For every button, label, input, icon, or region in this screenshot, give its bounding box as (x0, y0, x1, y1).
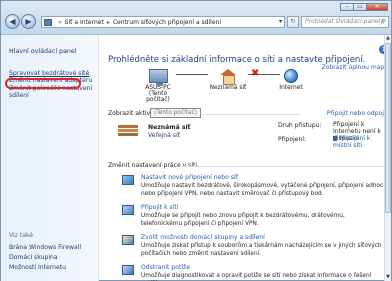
active-networks-header: Zobrazit aktivní sítě (Tento počítač) Př… (108, 108, 388, 118)
refresh-button[interactable]: ↻ (287, 16, 299, 28)
task-connect-network: Připojit k síti Umožňuje se připojit neb… (122, 204, 380, 229)
local-connection-text: Připojení k místní síti (333, 135, 371, 149)
control-panel-icon (44, 18, 52, 26)
address-bar[interactable]: « Síť a Internet ▸ Centrum síťových přip… (41, 16, 285, 28)
network-map: ASUS-PC (Tento počítač) Neznámá síť ✖ In… (118, 67, 318, 103)
connect-disconnect-link[interactable]: Připojit nebo odpojit (327, 110, 388, 117)
divider (202, 114, 300, 115)
full-map-link[interactable]: Zobrazit úplnou mapu (322, 64, 388, 71)
back-button[interactable]: ◀ (5, 14, 20, 29)
title-bar: – ▭ ✕ ◀ ▶ « Síť a Internet ▸ Centrum síť… (1, 1, 391, 34)
content-area: Hlavní ovládací panel Spravovat bezdráto… (1, 34, 391, 281)
search-placeholder: Prohledat Ovládací panely (305, 18, 384, 25)
computer-icon (148, 69, 168, 86)
window-controls: – ▭ ✕ (340, 3, 388, 11)
scroll-down-icon[interactable]: ▼ (385, 274, 391, 281)
main-panel: ? Prohlédněte si základní informace o sí… (108, 35, 388, 281)
local-connection-link[interactable]: Připojení k místní síti (333, 135, 388, 150)
internet-label: Internet (279, 85, 303, 91)
internet-globe-icon (284, 69, 298, 83)
breadcrumb-network-internet[interactable]: Síť a Internet (65, 19, 104, 26)
active-network-name: Neznámá síť (148, 124, 191, 131)
see-also-heading: Viz také (9, 232, 34, 239)
disconnected-x-icon: ✖ (251, 68, 260, 79)
search-input[interactable]: Prohledat Ovládací panely ⚲ (301, 16, 389, 28)
close-button[interactable]: ✕ (366, 3, 388, 11)
new-connection-icon (122, 175, 134, 185)
scrollbar-thumb[interactable] (385, 43, 391, 213)
network-house-icon (220, 69, 236, 85)
active-network-panel: Neznámá síť Veřejná síť Druh přístupu: P… (108, 119, 384, 157)
tooltip: (Tento počítač) (150, 108, 202, 118)
window-frame: – ▭ ✕ ◀ ▶ « Síť a Internet ▸ Centrum síť… (0, 0, 392, 281)
map-node-pc[interactable]: ASUS-PC (Tento počítač) (138, 69, 178, 103)
task-description: Umožňuje se připojit nebo znovu připojit… (141, 213, 345, 227)
task-link-connect-network[interactable]: Připojit k síti (141, 204, 179, 211)
address-dropdown-icon[interactable]: ▾ (279, 18, 282, 25)
network-adapter-icon (333, 136, 337, 141)
sidebar-link-internet-options[interactable]: Možnosti Internetu (9, 263, 81, 273)
breadcrumb-chevron-icon[interactable]: « (58, 19, 62, 26)
troubleshoot-icon (122, 265, 134, 275)
divider (182, 166, 388, 167)
homegroup-icon (122, 235, 134, 245)
sidebar: Hlavní ovládací panel Spravovat bezdráto… (1, 35, 99, 281)
park-bench-icon[interactable] (118, 123, 138, 137)
task-new-connection: Nastavit nové připojení nebo síť Umožňuj… (122, 174, 383, 199)
minimize-button[interactable]: – (340, 3, 354, 11)
task-description: Umožňuje nastavit bezdrátové, širokopásm… (141, 183, 384, 197)
access-type-label: Druh přístupu: (278, 122, 322, 129)
connect-network-icon (122, 205, 134, 215)
task-homegroup-sharing: Zvolit možnosti domácí skupiny a sdílení… (122, 234, 382, 259)
sidebar-link-homegroup[interactable]: Domácí skupina (9, 253, 81, 263)
search-icon[interactable]: ⚲ (382, 17, 386, 27)
sidebar-link-firewall[interactable]: Brána Windows Firewall (9, 243, 81, 253)
breadcrumb-network-center[interactable]: Centrum síťových připojení a sdílení (113, 19, 221, 26)
network-label: Neznámá síť (209, 85, 247, 91)
sidebar-home-link[interactable]: Hlavní ovládací panel (9, 48, 77, 55)
forward-button[interactable]: ▶ (21, 14, 36, 29)
task-description: Umožňuje získat přístup k souborům a tis… (141, 243, 382, 257)
see-also-links: Brána Windows Firewall Domácí skupina Mo… (9, 243, 81, 273)
task-link-new-connection[interactable]: Nastavit nové připojení nebo síť (141, 174, 238, 181)
breadcrumb-separator-icon[interactable]: ▸ (107, 19, 110, 26)
maximize-button[interactable]: ▭ (353, 3, 367, 11)
task-link-troubleshoot[interactable]: Odstranit potíže (141, 264, 190, 271)
task-troubleshoot: Odstranit potíže Umožňuje diagnostikovat… (122, 264, 380, 281)
vertical-scrollbar[interactable]: ▲ ▼ (384, 35, 391, 281)
connections-label: Připojení: (278, 136, 306, 143)
map-node-network[interactable]: Neznámá síť (204, 69, 252, 91)
scroll-up-icon[interactable]: ▲ (385, 35, 391, 42)
pc-sublabel: (Tento počítač) (146, 91, 170, 103)
task-link-homegroup[interactable]: Zvolit možnosti domácí skupiny a sdílení (141, 234, 265, 241)
network-location-link[interactable]: Veřejná síť (148, 132, 180, 139)
red-highlight-annotation (5, 78, 81, 89)
map-node-internet[interactable]: Internet (274, 69, 308, 91)
task-description: Umožňuje diagnostikovat a opravit potíže… (141, 273, 372, 281)
